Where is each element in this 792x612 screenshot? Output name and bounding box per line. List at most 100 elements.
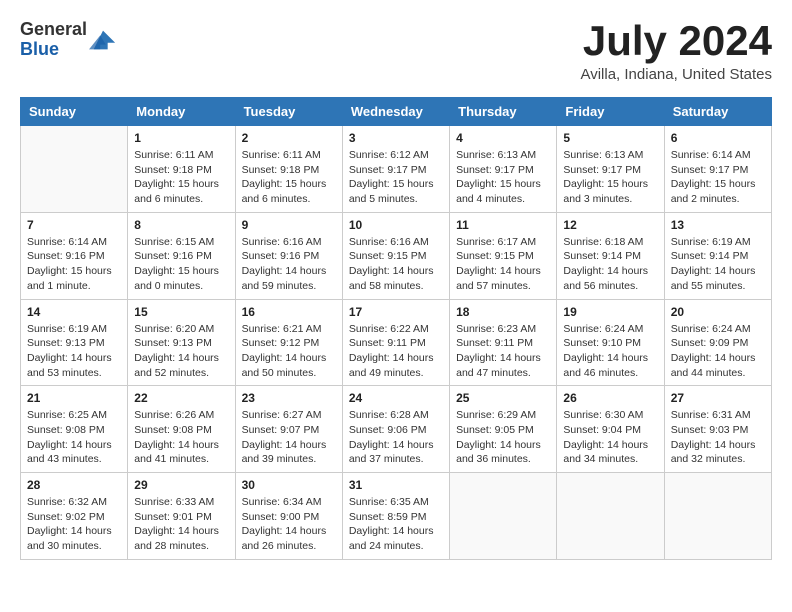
calendar-cell: 4 Sunrise: 6:13 AMSunset: 9:17 PMDayligh… (450, 126, 557, 213)
day-info: Sunrise: 6:15 AMSunset: 9:16 PMDaylight:… (134, 235, 228, 294)
calendar-header-row: SundayMondayTuesdayWednesdayThursdayFrid… (21, 98, 772, 126)
day-info: Sunrise: 6:11 AMSunset: 9:18 PMDaylight:… (242, 148, 336, 207)
calendar-week-row: 14 Sunrise: 6:19 AMSunset: 9:13 PMDaylig… (21, 299, 772, 386)
calendar-cell: 27 Sunrise: 6:31 AMSunset: 9:03 PMDaylig… (664, 386, 771, 473)
calendar-cell (664, 473, 771, 560)
day-info: Sunrise: 6:34 AMSunset: 9:00 PMDaylight:… (242, 495, 336, 554)
day-number: 15 (134, 305, 228, 319)
calendar-week-row: 1 Sunrise: 6:11 AMSunset: 9:18 PMDayligh… (21, 126, 772, 213)
calendar-cell (450, 473, 557, 560)
day-info: Sunrise: 6:21 AMSunset: 9:12 PMDaylight:… (242, 322, 336, 381)
logo-icon (89, 26, 117, 54)
calendar-cell: 18 Sunrise: 6:23 AMSunset: 9:11 PMDaylig… (450, 299, 557, 386)
calendar-cell: 16 Sunrise: 6:21 AMSunset: 9:12 PMDaylig… (235, 299, 342, 386)
day-number: 3 (349, 131, 443, 145)
calendar-cell: 11 Sunrise: 6:17 AMSunset: 9:15 PMDaylig… (450, 212, 557, 299)
day-number: 28 (27, 478, 121, 492)
day-number: 10 (349, 218, 443, 232)
day-info: Sunrise: 6:14 AMSunset: 9:16 PMDaylight:… (27, 235, 121, 294)
calendar-cell: 13 Sunrise: 6:19 AMSunset: 9:14 PMDaylig… (664, 212, 771, 299)
day-info: Sunrise: 6:23 AMSunset: 9:11 PMDaylight:… (456, 322, 550, 381)
calendar-cell: 25 Sunrise: 6:29 AMSunset: 9:05 PMDaylig… (450, 386, 557, 473)
day-number: 8 (134, 218, 228, 232)
day-info: Sunrise: 6:18 AMSunset: 9:14 PMDaylight:… (563, 235, 657, 294)
day-number: 13 (671, 218, 765, 232)
calendar-cell: 20 Sunrise: 6:24 AMSunset: 9:09 PMDaylig… (664, 299, 771, 386)
day-number: 9 (242, 218, 336, 232)
day-info: Sunrise: 6:19 AMSunset: 9:13 PMDaylight:… (27, 322, 121, 381)
day-number: 22 (134, 391, 228, 405)
calendar-cell: 1 Sunrise: 6:11 AMSunset: 9:18 PMDayligh… (128, 126, 235, 213)
calendar-cell: 28 Sunrise: 6:32 AMSunset: 9:02 PMDaylig… (21, 473, 128, 560)
calendar-cell: 29 Sunrise: 6:33 AMSunset: 9:01 PMDaylig… (128, 473, 235, 560)
calendar-cell (21, 126, 128, 213)
calendar-cell: 6 Sunrise: 6:14 AMSunset: 9:17 PMDayligh… (664, 126, 771, 213)
logo-blue: Blue (20, 39, 59, 59)
day-number: 1 (134, 131, 228, 145)
day-number: 6 (671, 131, 765, 145)
day-number: 29 (134, 478, 228, 492)
day-number: 27 (671, 391, 765, 405)
day-info: Sunrise: 6:14 AMSunset: 9:17 PMDaylight:… (671, 148, 765, 207)
calendar-cell: 9 Sunrise: 6:16 AMSunset: 9:16 PMDayligh… (235, 212, 342, 299)
day-number: 19 (563, 305, 657, 319)
day-number: 14 (27, 305, 121, 319)
calendar-cell: 17 Sunrise: 6:22 AMSunset: 9:11 PMDaylig… (342, 299, 449, 386)
day-number: 21 (27, 391, 121, 405)
calendar-cell: 7 Sunrise: 6:14 AMSunset: 9:16 PMDayligh… (21, 212, 128, 299)
day-number: 18 (456, 305, 550, 319)
day-number: 7 (27, 218, 121, 232)
logo: General Blue (20, 20, 117, 60)
day-number: 31 (349, 478, 443, 492)
calendar-cell: 15 Sunrise: 6:20 AMSunset: 9:13 PMDaylig… (128, 299, 235, 386)
day-info: Sunrise: 6:30 AMSunset: 9:04 PMDaylight:… (563, 408, 657, 467)
calendar-cell: 26 Sunrise: 6:30 AMSunset: 9:04 PMDaylig… (557, 386, 664, 473)
header-thursday: Thursday (450, 98, 557, 126)
calendar-table: SundayMondayTuesdayWednesdayThursdayFrid… (20, 97, 772, 560)
day-info: Sunrise: 6:24 AMSunset: 9:09 PMDaylight:… (671, 322, 765, 381)
day-info: Sunrise: 6:28 AMSunset: 9:06 PMDaylight:… (349, 408, 443, 467)
calendar-cell: 14 Sunrise: 6:19 AMSunset: 9:13 PMDaylig… (21, 299, 128, 386)
calendar-cell: 10 Sunrise: 6:16 AMSunset: 9:15 PMDaylig… (342, 212, 449, 299)
day-number: 17 (349, 305, 443, 319)
calendar-cell (557, 473, 664, 560)
day-number: 11 (456, 218, 550, 232)
day-info: Sunrise: 6:35 AMSunset: 8:59 PMDaylight:… (349, 495, 443, 554)
calendar-cell: 22 Sunrise: 6:26 AMSunset: 9:08 PMDaylig… (128, 386, 235, 473)
day-info: Sunrise: 6:20 AMSunset: 9:13 PMDaylight:… (134, 322, 228, 381)
header-friday: Friday (557, 98, 664, 126)
day-number: 12 (563, 218, 657, 232)
calendar-week-row: 28 Sunrise: 6:32 AMSunset: 9:02 PMDaylig… (21, 473, 772, 560)
day-number: 5 (563, 131, 657, 145)
calendar-cell: 5 Sunrise: 6:13 AMSunset: 9:17 PMDayligh… (557, 126, 664, 213)
header-monday: Monday (128, 98, 235, 126)
day-info: Sunrise: 6:25 AMSunset: 9:08 PMDaylight:… (27, 408, 121, 467)
page-header: General Blue July 2024 Avilla, Indiana, … (20, 20, 772, 83)
calendar-cell: 2 Sunrise: 6:11 AMSunset: 9:18 PMDayligh… (235, 126, 342, 213)
day-number: 26 (563, 391, 657, 405)
day-number: 4 (456, 131, 550, 145)
day-info: Sunrise: 6:33 AMSunset: 9:01 PMDaylight:… (134, 495, 228, 554)
calendar-cell: 3 Sunrise: 6:12 AMSunset: 9:17 PMDayligh… (342, 126, 449, 213)
day-number: 23 (242, 391, 336, 405)
day-info: Sunrise: 6:11 AMSunset: 9:18 PMDaylight:… (134, 148, 228, 207)
calendar-cell: 19 Sunrise: 6:24 AMSunset: 9:10 PMDaylig… (557, 299, 664, 386)
location: Avilla, Indiana, United States (580, 66, 772, 83)
header-sunday: Sunday (21, 98, 128, 126)
header-wednesday: Wednesday (342, 98, 449, 126)
day-info: Sunrise: 6:31 AMSunset: 9:03 PMDaylight:… (671, 408, 765, 467)
day-info: Sunrise: 6:13 AMSunset: 9:17 PMDaylight:… (456, 148, 550, 207)
header-saturday: Saturday (664, 98, 771, 126)
day-info: Sunrise: 6:19 AMSunset: 9:14 PMDaylight:… (671, 235, 765, 294)
calendar-cell: 23 Sunrise: 6:27 AMSunset: 9:07 PMDaylig… (235, 386, 342, 473)
day-info: Sunrise: 6:29 AMSunset: 9:05 PMDaylight:… (456, 408, 550, 467)
day-info: Sunrise: 6:27 AMSunset: 9:07 PMDaylight:… (242, 408, 336, 467)
day-info: Sunrise: 6:16 AMSunset: 9:15 PMDaylight:… (349, 235, 443, 294)
calendar-cell: 12 Sunrise: 6:18 AMSunset: 9:14 PMDaylig… (557, 212, 664, 299)
day-number: 30 (242, 478, 336, 492)
calendar-cell: 30 Sunrise: 6:34 AMSunset: 9:00 PMDaylig… (235, 473, 342, 560)
logo-general: General (20, 19, 87, 39)
day-number: 25 (456, 391, 550, 405)
title-block: July 2024 Avilla, Indiana, United States (580, 20, 772, 83)
month-title: July 2024 (580, 20, 772, 62)
